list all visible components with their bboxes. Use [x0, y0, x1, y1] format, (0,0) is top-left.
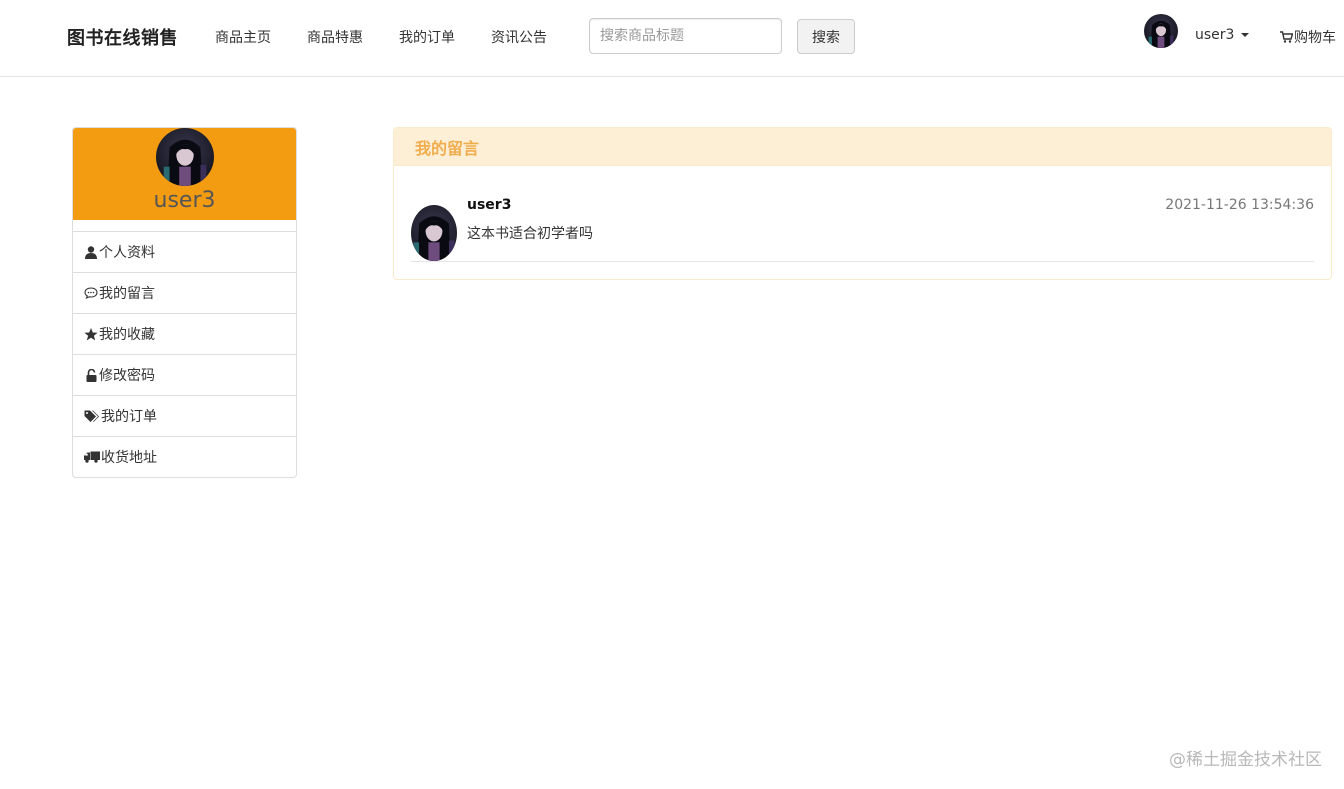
avatar[interactable]	[1144, 14, 1178, 48]
caret-down-icon	[1241, 33, 1250, 37]
nav-link-orders[interactable]: 我的订单	[399, 27, 455, 47]
cart-label: 购物车	[1294, 30, 1336, 46]
nav-link-news[interactable]: 资讯公告	[491, 27, 547, 47]
sidebar-menu: 个人资料 我的留言 我的收藏 修改密码 我的订单 收货地址	[73, 231, 296, 477]
tags-icon	[84, 409, 100, 423]
user-sidebar: user3 个人资料 我的留言 我的收藏 修改密码 我的订单 收货地址	[72, 127, 297, 478]
sidebar-item-messages[interactable]: 我的留言	[73, 272, 296, 313]
panel-title: 我的留言	[415, 138, 480, 158]
user-icon	[84, 245, 98, 259]
profile-avatar	[156, 128, 214, 186]
truck-icon	[84, 450, 100, 464]
sidebar-item-password[interactable]: 修改密码	[73, 354, 296, 395]
sidebar-item-label: 我的订单	[101, 409, 157, 425]
unlock-icon	[84, 368, 98, 382]
cart-icon	[1280, 31, 1293, 43]
sidebar-item-label: 我的收藏	[99, 327, 155, 343]
top-navbar: 图书在线销售 商品主页 商品特惠 我的订单 资讯公告 搜索 user3 购物车	[0, 0, 1344, 77]
brand-title[interactable]: 图书在线销售	[67, 24, 178, 50]
sidebar-item-label: 我的留言	[99, 286, 155, 302]
sidebar-item-label: 个人资料	[99, 245, 155, 261]
sidebar-item-label: 收货地址	[101, 450, 157, 466]
sidebar-item-orders[interactable]: 我的订单	[73, 395, 296, 436]
sidebar-item-favorites[interactable]: 我的收藏	[73, 313, 296, 354]
message-avatar	[411, 205, 457, 261]
message-divider	[411, 261, 1314, 262]
sidebar-item-profile[interactable]: 个人资料	[73, 231, 296, 272]
comment-icon	[84, 286, 98, 300]
message-text: 这本书适合初学者吗	[467, 226, 593, 242]
nav-link-deals[interactable]: 商品特惠	[307, 27, 363, 47]
watermark: @稀土掘金技术社区	[1169, 750, 1322, 770]
search-button[interactable]: 搜索	[797, 19, 855, 54]
profile-username: user3	[153, 188, 216, 213]
message-timestamp: 2021-11-26 13:54:36	[1165, 197, 1314, 213]
user-dropdown[interactable]: user3	[1195, 27, 1250, 43]
search-input[interactable]	[589, 18, 782, 54]
user-dropdown-label: user3	[1195, 27, 1235, 43]
panel-heading: 我的留言	[394, 128, 1331, 166]
sidebar-item-address[interactable]: 收货地址	[73, 436, 296, 477]
cart-link[interactable]: 购物车	[1280, 27, 1336, 47]
messages-panel: 我的留言 user3 2021-11-26 13:54:36 这本书适合初学者吗	[393, 127, 1332, 280]
profile-header: user3	[73, 128, 296, 220]
nav-link-home[interactable]: 商品主页	[215, 27, 271, 47]
star-icon	[84, 327, 98, 341]
sidebar-item-label: 修改密码	[99, 368, 155, 384]
message-username: user3	[467, 197, 512, 213]
